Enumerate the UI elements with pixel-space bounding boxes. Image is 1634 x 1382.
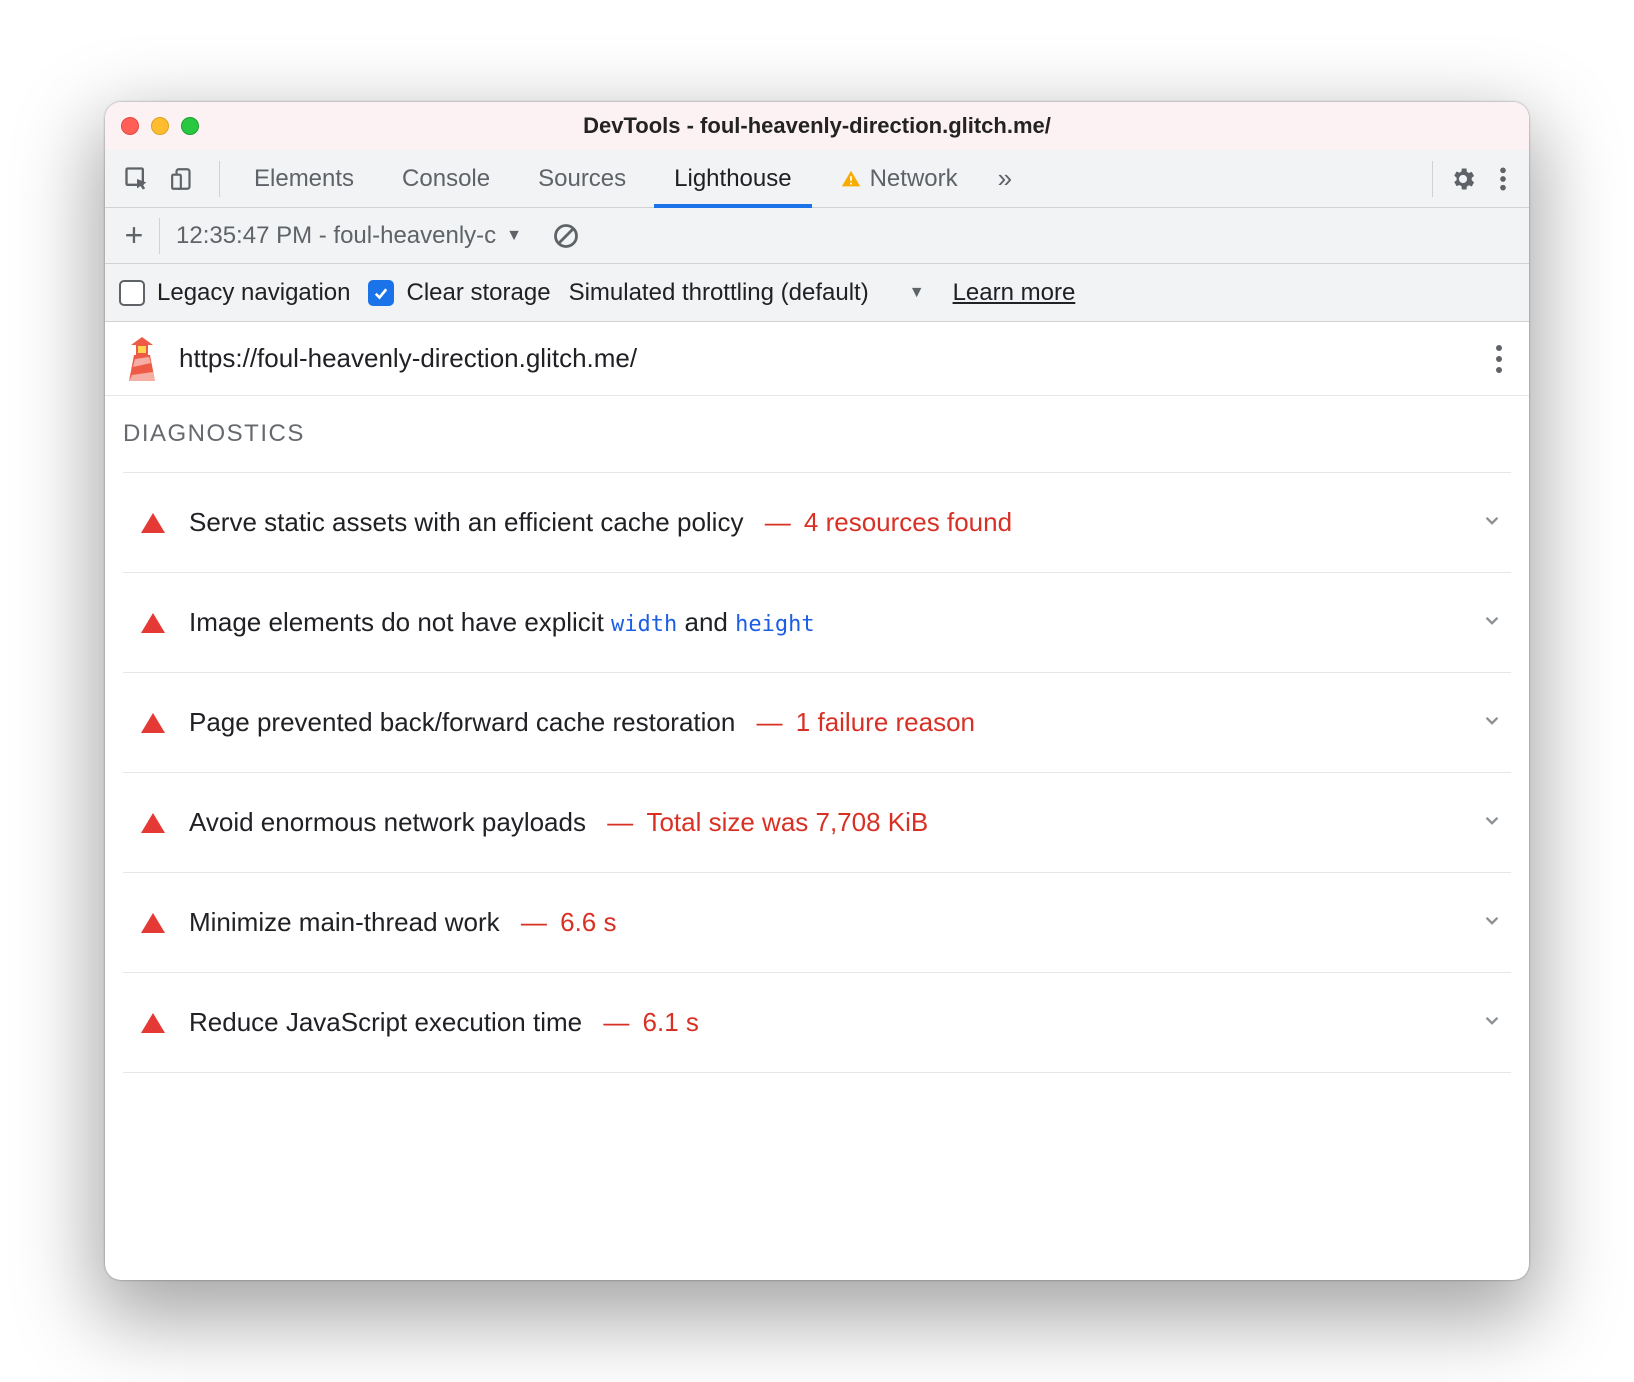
legacy-navigation-checkbox[interactable]: Legacy navigation bbox=[119, 279, 350, 307]
separator bbox=[219, 161, 220, 197]
chevron-down-icon bbox=[1479, 807, 1505, 838]
fail-triangle-icon bbox=[141, 1013, 165, 1033]
lighthouse-logo-icon bbox=[123, 337, 161, 381]
lighthouse-toolbar: + 12:35:47 PM - foul-heavenly-c ▼ bbox=[105, 208, 1529, 264]
tab-label: Network bbox=[870, 165, 958, 193]
inspect-element-icon[interactable] bbox=[121, 163, 153, 195]
minimize-window-button[interactable] bbox=[151, 117, 169, 135]
checkbox-box bbox=[368, 280, 394, 306]
checkbox-label: Clear storage bbox=[406, 279, 550, 307]
chevron-down-icon bbox=[1479, 707, 1505, 738]
audit-title: and bbox=[677, 607, 735, 637]
throttling-label: Simulated throttling (default) bbox=[569, 279, 869, 307]
warning-icon bbox=[840, 168, 862, 190]
audit-title: Image elements do not have explicit bbox=[189, 607, 611, 637]
audit-detail: Total size was 7,708 KiB bbox=[646, 807, 928, 837]
report-selector[interactable]: 12:35:47 PM - foul-heavenly-c ▼ bbox=[166, 222, 532, 250]
tab-elements[interactable]: Elements bbox=[234, 150, 374, 207]
audit-dash: — bbox=[600, 807, 640, 837]
clear-icon[interactable] bbox=[552, 222, 580, 250]
audit-row[interactable]: Minimize main-thread work — 6.6 s bbox=[123, 873, 1511, 973]
window-titlebar: DevTools - foul-heavenly-direction.glitc… bbox=[105, 102, 1529, 150]
tab-label: Sources bbox=[538, 165, 626, 193]
audit-title: Minimize main-thread work bbox=[189, 907, 500, 937]
window-title: DevTools - foul-heavenly-direction.glitc… bbox=[583, 113, 1051, 139]
audit-dash: — bbox=[596, 1007, 636, 1037]
fail-triangle-icon bbox=[141, 713, 165, 733]
chevron-down-icon bbox=[1479, 907, 1505, 938]
devtools-window: DevTools - foul-heavenly-direction.glitc… bbox=[105, 102, 1529, 1280]
report-selector-label: 12:35:47 PM - foul-heavenly-c bbox=[176, 222, 496, 250]
diagnostics-section: DIAGNOSTICS Serve static assets with an … bbox=[105, 396, 1529, 1073]
settings-gear-icon[interactable] bbox=[1447, 163, 1479, 195]
audit-row[interactable]: Reduce JavaScript execution time — 6.1 s bbox=[123, 973, 1511, 1073]
audit-text: Minimize main-thread work — 6.6 s bbox=[189, 907, 616, 938]
audit-row[interactable]: Serve static assets with an efficient ca… bbox=[123, 473, 1511, 573]
audit-text: Avoid enormous network payloads — Total … bbox=[189, 807, 928, 838]
audit-dash: — bbox=[757, 507, 797, 537]
tab-label: Lighthouse bbox=[674, 165, 791, 193]
chevron-down-icon bbox=[1479, 507, 1505, 538]
window-controls bbox=[121, 117, 199, 135]
tab-console[interactable]: Console bbox=[382, 150, 510, 207]
report-menu-button[interactable] bbox=[1487, 345, 1511, 373]
report-header: https://foul-heavenly-direction.glitch.m… bbox=[105, 322, 1529, 396]
chevron-down-icon bbox=[1479, 1007, 1505, 1038]
audit-text: Page prevented back/forward cache restor… bbox=[189, 707, 975, 738]
audit-title: Reduce JavaScript execution time bbox=[189, 1007, 582, 1037]
tab-label: Elements bbox=[254, 165, 354, 193]
tab-lighthouse[interactable]: Lighthouse bbox=[654, 150, 811, 207]
audit-row[interactable]: Image elements do not have explicit widt… bbox=[123, 573, 1511, 673]
audit-detail: 1 failure reason bbox=[796, 707, 975, 737]
fail-triangle-icon bbox=[141, 913, 165, 933]
audit-dash: — bbox=[749, 707, 789, 737]
audit-title: Serve static assets with an efficient ca… bbox=[189, 507, 743, 537]
tab-sources[interactable]: Sources bbox=[518, 150, 646, 207]
tab-network[interactable]: Network bbox=[820, 150, 978, 207]
devtools-tabs: Elements Console Sources Lighthouse Netw… bbox=[105, 150, 1529, 208]
audit-title: Page prevented back/forward cache restor… bbox=[189, 707, 735, 737]
audit-text: Image elements do not have explicit widt… bbox=[189, 607, 815, 638]
inspector-icons bbox=[115, 163, 205, 195]
more-tabs-button[interactable]: » bbox=[986, 163, 1024, 194]
audit-dash: — bbox=[514, 907, 554, 937]
separator bbox=[159, 218, 160, 254]
code-token: width bbox=[611, 612, 677, 637]
more-menu-icon[interactable] bbox=[1487, 163, 1519, 195]
throttling-dropdown-icon[interactable]: ▼ bbox=[909, 284, 925, 302]
diagnostics-heading: DIAGNOSTICS bbox=[123, 420, 1511, 473]
learn-more-link[interactable]: Learn more bbox=[953, 279, 1076, 307]
audit-detail: 6.6 s bbox=[560, 907, 616, 937]
audit-detail: 4 resources found bbox=[804, 507, 1012, 537]
audit-row[interactable]: Page prevented back/forward cache restor… bbox=[123, 673, 1511, 773]
device-toggle-icon[interactable] bbox=[167, 163, 199, 195]
close-window-button[interactable] bbox=[121, 117, 139, 135]
audit-detail: 6.1 s bbox=[643, 1007, 699, 1037]
audit-text: Reduce JavaScript execution time — 6.1 s bbox=[189, 1007, 699, 1038]
audit-text: Serve static assets with an efficient ca… bbox=[189, 507, 1012, 538]
checkbox-box bbox=[119, 280, 145, 306]
audit-title: Avoid enormous network payloads bbox=[189, 807, 586, 837]
checkbox-label: Legacy navigation bbox=[157, 279, 350, 307]
fail-triangle-icon bbox=[141, 613, 165, 633]
new-report-button[interactable]: + bbox=[115, 217, 153, 254]
code-token: height bbox=[735, 612, 814, 637]
report-url: https://foul-heavenly-direction.glitch.m… bbox=[179, 343, 637, 374]
dropdown-triangle-icon: ▼ bbox=[506, 227, 522, 245]
separator bbox=[1432, 161, 1433, 197]
tab-label: Console bbox=[402, 165, 490, 193]
audit-row[interactable]: Avoid enormous network payloads — Total … bbox=[123, 773, 1511, 873]
fail-triangle-icon bbox=[141, 513, 165, 533]
maximize-window-button[interactable] bbox=[181, 117, 199, 135]
fail-triangle-icon bbox=[141, 813, 165, 833]
clear-storage-checkbox[interactable]: Clear storage bbox=[368, 279, 550, 307]
chevron-down-icon bbox=[1479, 607, 1505, 638]
lighthouse-options: Legacy navigation Clear storage Simulate… bbox=[105, 264, 1529, 322]
